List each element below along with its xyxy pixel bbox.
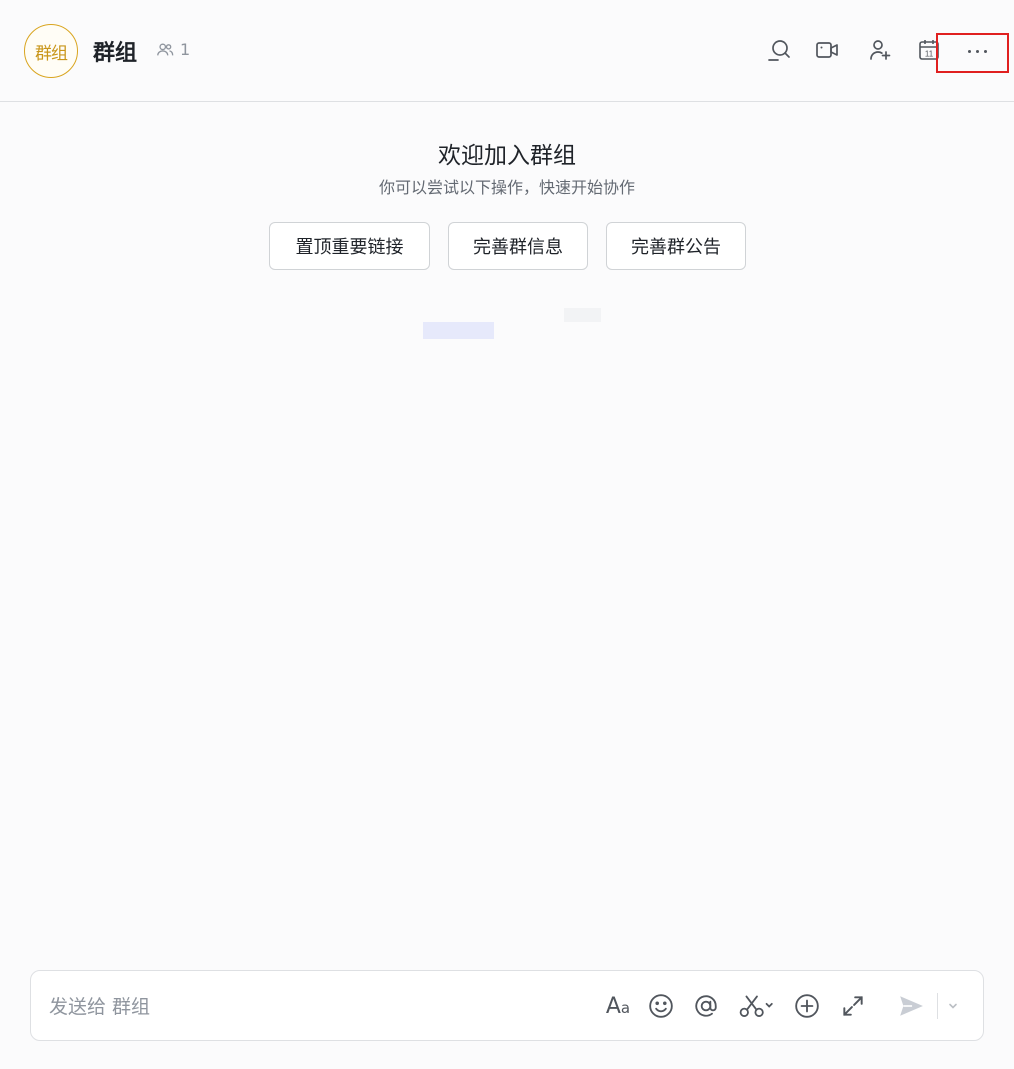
loading-placeholder xyxy=(564,308,601,322)
calendar-day: 11 xyxy=(925,50,934,59)
group-avatar[interactable]: 群组 xyxy=(24,24,78,78)
mention-icon xyxy=(695,995,717,1017)
complete-group-info-button[interactable]: 完善群信息 xyxy=(448,222,588,270)
welcome-subtitle: 你可以尝试以下操作，快速开始协作 xyxy=(378,178,635,197)
video-call-icon xyxy=(816,42,838,58)
screenshot-button[interactable] xyxy=(737,992,777,1020)
complete-group-announcement-button[interactable]: 完善群公告 xyxy=(606,222,746,270)
members-icon xyxy=(157,42,174,55)
member-count[interactable]: 1 xyxy=(156,40,190,59)
emoji-icon xyxy=(649,994,673,1018)
welcome-title: 欢迎加入群组 xyxy=(438,143,576,169)
font-format-icon: Aa xyxy=(605,993,631,1019)
emoji-button[interactable] xyxy=(647,992,675,1020)
add-member-button[interactable] xyxy=(866,36,894,64)
add-member-icon xyxy=(870,40,891,60)
send-divider xyxy=(937,993,938,1019)
search-button[interactable] xyxy=(765,36,793,64)
mention-button[interactable] xyxy=(692,992,720,1020)
more-icon-dot xyxy=(983,49,987,53)
expand-icon xyxy=(843,996,863,1016)
chat-header: 群组 群组 1 11 xyxy=(0,0,1014,102)
send-icon xyxy=(900,996,923,1016)
chat-window: 群组 群组 1 11 欢迎加入群组 你可以尝试以下操作，快速开始协作 置顶重要链… xyxy=(0,0,1014,1069)
add-attachment-button[interactable] xyxy=(793,992,821,1020)
more-icon-dot xyxy=(967,49,971,53)
chat-title[interactable]: 群组 xyxy=(93,35,137,67)
more-icon-dot xyxy=(975,49,979,53)
expand-editor-button[interactable] xyxy=(839,992,867,1020)
message-composer: 发送给 群组 Aa xyxy=(30,970,984,1041)
send-options-chevron-icon xyxy=(949,1003,957,1009)
member-count-number: 1 xyxy=(180,40,191,59)
loading-placeholder xyxy=(423,322,494,339)
font-format-button[interactable]: Aa xyxy=(601,992,635,1020)
video-call-button[interactable] xyxy=(813,36,841,64)
send-options-button[interactable] xyxy=(945,992,961,1020)
more-button[interactable] xyxy=(962,38,992,64)
add-icon xyxy=(795,994,819,1018)
search-icon xyxy=(768,40,790,61)
message-input[interactable]: 发送给 群组 xyxy=(49,993,569,1021)
scissors-icon xyxy=(739,995,773,1017)
send-button[interactable] xyxy=(897,992,925,1020)
pin-links-button[interactable]: 置顶重要链接 xyxy=(269,222,430,270)
